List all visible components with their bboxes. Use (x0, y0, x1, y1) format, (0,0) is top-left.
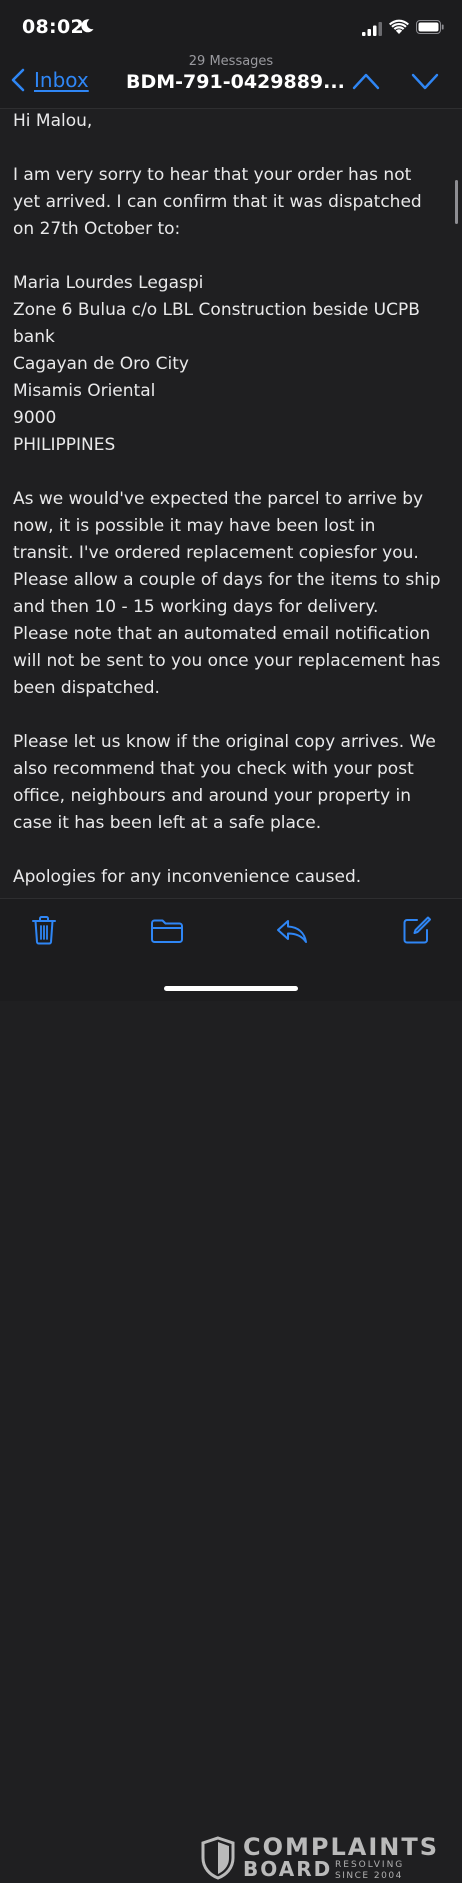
address-line: Zone 6 Bulua c/o LBL Construction beside… (13, 300, 420, 320)
watermark-line2: BOARD (243, 1857, 333, 1881)
email-line: on 27th October to: (13, 219, 181, 239)
email-line: transit. I've ordered replacement copies… (13, 543, 419, 563)
battery-icon (416, 20, 444, 34)
email-line: yet arrived. I can confirm that it was d… (13, 192, 422, 212)
email-line: Please let us know if the original copy … (13, 732, 436, 752)
email-line: will not be sent to you once your replac… (13, 651, 441, 671)
email-line: As we would've expected the parcel to ar… (13, 489, 424, 509)
shield-logo-icon (201, 1836, 235, 1880)
email-line: also recommend that you check with your … (13, 759, 414, 779)
email-blank-line (13, 459, 449, 486)
email-line: and then 10 - 15 working days for delive… (13, 597, 379, 617)
email-line: I am very sorry to hear that your order … (13, 165, 412, 185)
email-blank-line (13, 837, 449, 864)
address-country: PHILIPPINES (13, 435, 116, 455)
do-not-disturb-moon-icon (81, 19, 94, 33)
email-line: now, it is possible it may have been los… (13, 516, 376, 536)
back-label: Inbox (34, 68, 89, 92)
complaints-board-watermark: COMPLAINTS BOARD RESOLVING SINCE 2004 (200, 1833, 437, 1883)
address-line: bank (13, 327, 55, 347)
back-to-inbox-button[interactable]: Inbox (10, 66, 89, 94)
email-line: Hi Malou, (13, 111, 93, 131)
email-line: Please note that an automated email noti… (13, 624, 431, 644)
email-blank-line (13, 702, 449, 729)
email-blank-line (13, 243, 449, 270)
address-postcode: 9000 (13, 408, 57, 428)
status-time: 08:02 (22, 16, 84, 38)
address-city: Cagayan de Oro City (13, 354, 189, 374)
email-body: Hi Malou, I am very sorry to hear that y… (13, 108, 449, 898)
email-blank-line (13, 135, 449, 162)
address-province: Misamis Oriental (13, 381, 156, 401)
email-subject: BDM-791-0429889... (126, 71, 345, 93)
chevron-left-icon (11, 68, 25, 92)
cellular-signal-icon (362, 22, 382, 36)
status-bar: 08:02 (0, 0, 462, 52)
scrollbar-thumb[interactable] (455, 180, 458, 224)
next-message-chevron-down-icon[interactable] (410, 70, 440, 92)
compose-icon[interactable] (402, 915, 432, 945)
navigation-bar: 29 Messages Inbox BDM-791-0429889... (0, 52, 462, 109)
address-name: Maria Lourdes Legaspi (13, 273, 204, 293)
watermark-tagline-1: RESOLVING (335, 1860, 405, 1870)
email-line: case it has been left at a safe place. (13, 813, 322, 833)
reply-icon[interactable] (275, 918, 309, 944)
folder-icon[interactable] (150, 918, 184, 944)
wifi-icon (389, 19, 409, 34)
email-line: office, neighbours and around your prope… (13, 786, 412, 806)
email-line: Apologies for any inconvenience caused. (13, 867, 362, 887)
email-line: Please allow a couple of days for the it… (13, 570, 441, 590)
trash-icon[interactable] (31, 915, 57, 945)
watermark-tagline-2: SINCE 2004 (335, 1871, 403, 1881)
home-indicator[interactable] (164, 986, 298, 991)
email-line: been dispatched. (13, 678, 160, 698)
previous-message-chevron-up-icon[interactable] (351, 70, 381, 92)
